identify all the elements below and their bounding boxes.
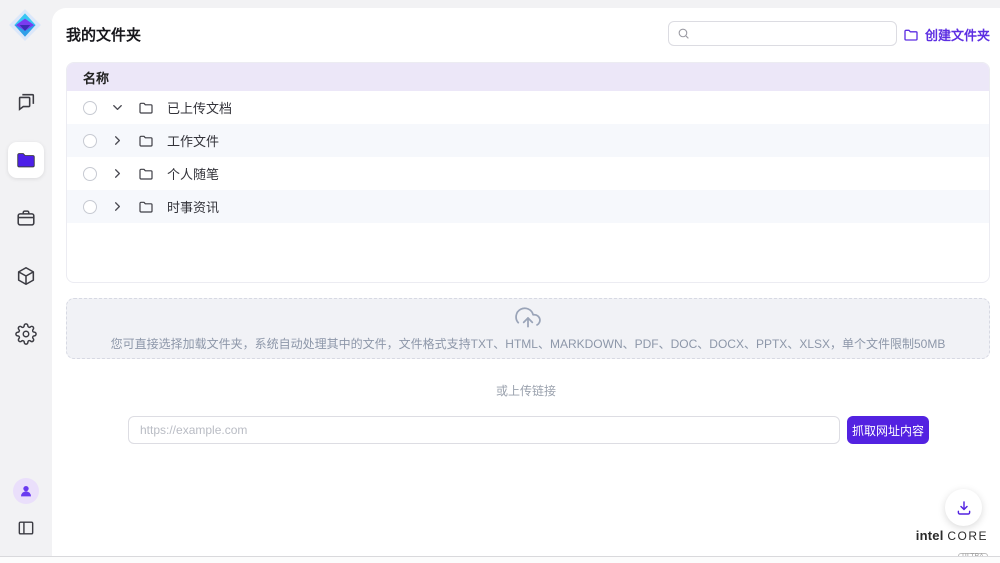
- search-box[interactable]: [668, 21, 897, 46]
- panel-toggle-icon: [16, 518, 36, 538]
- user-avatar[interactable]: [13, 478, 39, 504]
- cube-icon: [15, 265, 37, 287]
- row-checkbox[interactable]: [83, 134, 97, 148]
- folder-table: 名称 已上传文档工作文件个人随笔时事资讯: [66, 62, 990, 283]
- row-checkbox[interactable]: [83, 167, 97, 181]
- sidebar-item-models[interactable]: [8, 258, 44, 294]
- download-icon: [955, 499, 973, 517]
- folder-icon: [15, 149, 37, 171]
- sidebar-item-folders[interactable]: [8, 142, 44, 178]
- folder-table-body: 已上传文档工作文件个人随笔时事资讯: [67, 91, 989, 223]
- create-folder-button[interactable]: 创建文件夹: [903, 25, 990, 44]
- table-header-name: 名称: [67, 63, 989, 91]
- main-panel: 我的文件夹 创建文件夹 名称 已上传文档工作文件个人随笔时事资讯 您可直接选择加…: [52, 8, 1000, 556]
- table-row[interactable]: 时事资讯: [67, 190, 989, 223]
- table-row[interactable]: 工作文件: [67, 124, 989, 157]
- search-icon: [677, 27, 690, 40]
- download-fab-button[interactable]: [945, 489, 982, 526]
- upload-hint-text: 您可直接选择加载文件夹，系统自动处理其中的文件，文件格式支持TXT、HTML、M…: [111, 335, 946, 352]
- window-bottom-edge: [0, 556, 1000, 563]
- upload-cloud-icon: [515, 305, 541, 331]
- folder-name: 已上传文档: [167, 98, 232, 117]
- chevron-right-icon[interactable]: [110, 199, 125, 214]
- sidebar-item-toolbox[interactable]: [8, 200, 44, 236]
- upload-link-divider-label: 或上传链接: [52, 382, 1000, 399]
- chevron-right-icon[interactable]: [110, 133, 125, 148]
- table-row[interactable]: 已上传文档: [67, 91, 989, 124]
- create-folder-label: 创建文件夹: [925, 25, 990, 44]
- table-row[interactable]: 个人随笔: [67, 157, 989, 190]
- avatar-icon: [18, 483, 34, 499]
- app-logo-icon[interactable]: [8, 8, 42, 42]
- row-checkbox[interactable]: [83, 101, 97, 115]
- folder-name: 时事资讯: [167, 197, 219, 216]
- folder-icon: [138, 133, 154, 149]
- folder-icon: [138, 100, 154, 116]
- chevron-right-icon[interactable]: [110, 166, 125, 181]
- upload-dropzone[interactable]: 您可直接选择加载文件夹，系统自动处理其中的文件，文件格式支持TXT、HTML、M…: [66, 298, 990, 359]
- fetch-url-button[interactable]: 抓取网址内容: [847, 416, 929, 444]
- collapse-sidebar-button[interactable]: [12, 514, 40, 542]
- row-checkbox[interactable]: [83, 200, 97, 214]
- intel-brand-text: intel: [916, 528, 944, 543]
- sidebar: [0, 0, 52, 556]
- folder-icon: [138, 199, 154, 215]
- folder-name: 个人随笔: [167, 164, 219, 183]
- briefcase-icon: [15, 207, 37, 229]
- folder-icon: [138, 166, 154, 182]
- chevron-down-icon[interactable]: [110, 100, 125, 115]
- url-upload-row: 抓取网址内容: [128, 416, 929, 444]
- url-input[interactable]: [128, 416, 840, 444]
- folder-name: 工作文件: [167, 131, 219, 150]
- sidebar-item-settings[interactable]: [8, 316, 44, 352]
- search-input[interactable]: [696, 27, 888, 41]
- page-title: 我的文件夹: [66, 24, 141, 45]
- chat-icon: [15, 91, 37, 113]
- sidebar-item-chat[interactable]: [8, 84, 44, 120]
- folder-plus-icon: [903, 27, 919, 43]
- core-brand-text: core: [947, 529, 988, 543]
- gear-icon: [15, 323, 37, 345]
